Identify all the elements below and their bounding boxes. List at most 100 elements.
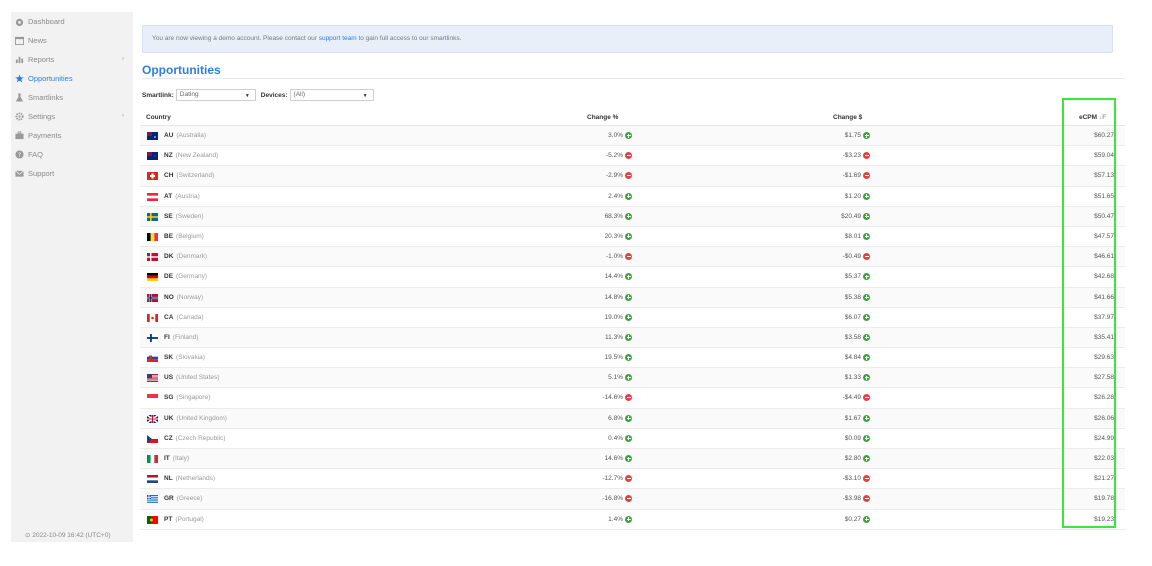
plus-circle-icon <box>863 354 870 362</box>
sidebar-item-label: Dashboard <box>28 17 65 26</box>
ecpm-value: $19.23 <box>1094 515 1114 523</box>
support-team-link[interactable]: support team <box>319 35 357 42</box>
sidebar-item-reports[interactable]: Reports › <box>11 50 133 69</box>
sort-icon[interactable]: ↓F <box>1099 114 1106 121</box>
ecpm-value: $57.13 <box>1094 172 1114 180</box>
flag-uk-icon <box>147 414 158 423</box>
ecpm-value: $35.41 <box>1094 333 1114 341</box>
change-usd-value: $0.09 <box>844 434 861 442</box>
change-pct-value: 14.8% <box>604 293 623 301</box>
change-usd-value: $4.84 <box>844 354 861 362</box>
flag-nl-icon <box>147 475 158 484</box>
sidebar-item-label: Smartlinks <box>28 93 64 102</box>
envelope-icon <box>15 169 24 178</box>
plus-circle-icon <box>863 455 870 462</box>
country-cell: US (United States) <box>164 374 219 381</box>
minus-circle-icon <box>625 152 632 160</box>
flag-se-icon <box>147 212 158 221</box>
country-code: GR <box>164 495 174 503</box>
notice-text-before: You are now viewing a demo account. Plea… <box>152 35 319 42</box>
plus-circle-icon <box>625 455 632 462</box>
notice-text-after: to gain full access to our smartlinks. <box>356 35 462 42</box>
change-usd-value: $5.38 <box>844 293 861 301</box>
flag-at-icon <box>147 192 158 201</box>
sidebar-item-smartlinks[interactable]: Smartlinks <box>11 88 133 107</box>
table-row: GR (Greece) -16.8% -$3.98 $19.78 <box>140 489 1125 510</box>
minus-circle-icon <box>863 172 870 180</box>
country-code: PT <box>164 515 173 523</box>
plus-circle-icon <box>625 293 632 301</box>
change-usd-value: $1.67 <box>844 414 861 422</box>
plus-circle-icon <box>625 232 632 240</box>
change-usd-value: -$3.23 <box>842 152 861 160</box>
ecpm-value: $27.58 <box>1094 374 1114 382</box>
sidebar-item-faq[interactable]: ? FAQ <box>11 145 133 164</box>
change-usd-value: -$0.49 <box>842 253 861 261</box>
ecpm-value: $37.97 <box>1094 313 1114 321</box>
country-cell: SG (Singapore) <box>164 394 210 401</box>
sidebar-item-settings[interactable]: Settings › <box>11 107 133 126</box>
flag-pt-icon <box>147 515 158 524</box>
plus-circle-icon <box>625 354 632 362</box>
gear-icon <box>15 112 24 121</box>
plus-circle-icon <box>625 515 632 523</box>
chevron-right-icon: › <box>122 56 124 62</box>
minus-circle-icon <box>625 495 632 503</box>
ecpm-value: $59.04 <box>1094 152 1114 160</box>
plus-circle-icon <box>863 313 870 321</box>
ecpm-value: $42.68 <box>1094 273 1114 281</box>
smartlink-select[interactable]: Dating ▼ <box>175 89 256 101</box>
table-row: DK (Denmark) -1.0% -$0.49 $46.61 <box>140 247 1125 268</box>
demo-notice: You are now viewing a demo account. Plea… <box>142 25 1113 53</box>
table-row: SG (Singapore) -14.6% -$4.49 $26.28 <box>140 388 1125 409</box>
country-cell: BE (Belgium) <box>164 233 204 240</box>
country-code: FI <box>164 333 170 341</box>
minus-circle-icon <box>863 475 870 483</box>
table-row: AU (Australia) 3.0% $1.75 $60.27 <box>140 126 1125 147</box>
country-cell: SK (Slovakia) <box>164 354 205 361</box>
change-usd-value: $1.75 <box>844 132 861 139</box>
change-pct-value: 68.3% <box>604 212 623 220</box>
plus-circle-icon <box>863 192 870 200</box>
change-usd-value: $1.20 <box>844 192 861 200</box>
col-header-change-pct[interactable]: Change % <box>587 114 618 121</box>
ecpm-value: $46.61 <box>1094 253 1114 261</box>
flag-ca-icon <box>147 313 158 322</box>
country-name: (Belgium) <box>176 232 204 240</box>
sidebar-item-payments[interactable]: Payments <box>11 126 133 145</box>
change-usd-value: -$3.98 <box>842 495 861 503</box>
sidebar-item-dashboard[interactable]: Dashboard <box>11 12 133 31</box>
country-cell: NO (Norway) <box>164 294 203 301</box>
country-name: (Finland) <box>172 333 199 341</box>
change-pct-value: 0.4% <box>608 434 623 442</box>
country-name: (Italy) <box>172 455 190 462</box>
smartlink-value: Dating <box>179 91 199 98</box>
table-row: CH (Switzerland) -2.9% -$1.69 $57.13 <box>140 166 1125 187</box>
sidebar: Dashboard News Reports › Opportunities Smartl… <box>11 12 133 542</box>
sidebar-item-support[interactable]: Support <box>11 164 133 183</box>
col-header-country[interactable]: Country <box>146 114 171 121</box>
minus-circle-icon <box>863 253 870 261</box>
flag-us-icon <box>147 374 158 383</box>
devices-label: Devices: <box>260 91 288 99</box>
col-header-change-usd[interactable]: Change $ <box>833 114 862 121</box>
change-pct-value: -16.8% <box>602 495 623 503</box>
change-pct-value: -2.9% <box>606 172 623 180</box>
col-header-ecpm[interactable]: eCPM ↓F <box>1079 114 1106 121</box>
plus-circle-icon <box>863 333 870 341</box>
plus-circle-icon <box>625 212 632 220</box>
country-cell: IT (Italy) <box>164 455 189 462</box>
minus-circle-icon <box>625 394 632 402</box>
sidebar-item-opportunities[interactable]: Opportunities <box>11 69 133 88</box>
country-name: (Austria) <box>175 192 200 200</box>
devices-select[interactable]: (All) ▼ <box>289 89 374 101</box>
sidebar-item-news[interactable]: News <box>11 31 133 50</box>
flag-be-icon <box>147 232 158 241</box>
plus-circle-icon <box>863 374 870 382</box>
change-pct-value: 20.3% <box>604 232 623 240</box>
country-name: (United Kingdom) <box>176 414 227 422</box>
devices-value: (All) <box>293 91 306 98</box>
change-usd-value: $2.80 <box>844 455 861 462</box>
country-code: AU <box>164 132 174 139</box>
bar-chart-icon <box>15 55 24 64</box>
